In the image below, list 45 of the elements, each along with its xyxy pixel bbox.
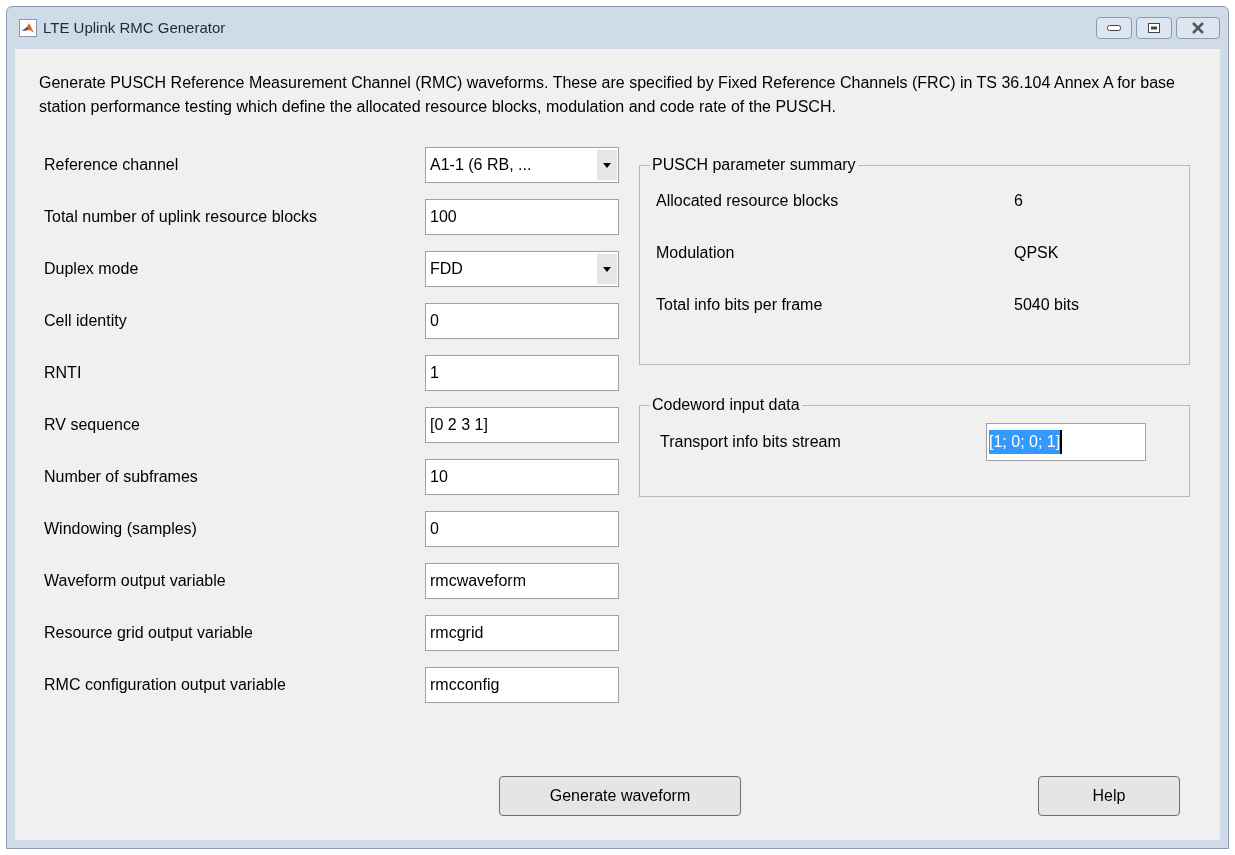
help-button[interactable]: Help bbox=[1038, 776, 1180, 816]
field-label: Reference channel bbox=[44, 155, 179, 175]
input-field[interactable]: 1 bbox=[425, 355, 619, 391]
dropdown[interactable]: FDD bbox=[425, 251, 619, 287]
field-label: Duplex mode bbox=[44, 259, 139, 279]
summary-label: Modulation bbox=[656, 243, 736, 263]
field-label: Transport info bits stream bbox=[660, 432, 842, 452]
input-field[interactable]: rmcwaveform bbox=[425, 563, 619, 599]
caret-icon bbox=[597, 150, 617, 180]
summary-label: Allocated resource blocks bbox=[656, 191, 840, 211]
minimize-button[interactable] bbox=[1096, 17, 1132, 39]
generate-button[interactable]: Generate waveform bbox=[499, 776, 741, 816]
caret-icon bbox=[597, 254, 617, 284]
summary-value: 6 bbox=[1014, 191, 1023, 211]
field-label: RMC configuration output variable bbox=[44, 675, 286, 695]
field-label: Number of subframes bbox=[44, 467, 198, 487]
input-field[interactable]: 100 bbox=[425, 199, 619, 235]
summary-value: 5040 bits bbox=[1014, 295, 1079, 315]
field-label: Cell identity bbox=[44, 311, 127, 331]
field-label: Resource grid output variable bbox=[44, 623, 253, 643]
field-label: Total number of uplink resource blocks bbox=[44, 207, 318, 227]
field-label: Windowing (samples) bbox=[44, 519, 197, 539]
field-label: RV sequence bbox=[44, 415, 140, 435]
description-text: Generate PUSCH Reference Measurement Channel (RMC) waveforms. These are specified by Fixed Reference Channels (FRC) in TS 36.104 Annex A for base station performance testing which define the allocated resource blocks, modulation and code rate of the PUSCH. bbox=[39, 73, 1176, 117]
input-field[interactable]: rmcconfig bbox=[425, 667, 619, 703]
close-icon bbox=[1191, 22, 1205, 34]
input-field[interactable]: 0 bbox=[425, 303, 619, 339]
window-title: LTE Uplink RMC Generator bbox=[43, 17, 226, 38]
input-field[interactable]: rmcgrid bbox=[425, 615, 619, 651]
dropdown[interactable]: A1-1 (6 RB, ... bbox=[425, 147, 619, 183]
field-label: Waveform output variable bbox=[44, 571, 226, 591]
summary-value: QPSK bbox=[1014, 243, 1059, 263]
summary-label: Total info bits per frame bbox=[656, 295, 824, 315]
selected-text: [1; 0; 0; 1] bbox=[989, 430, 1063, 454]
maximize-button[interactable] bbox=[1136, 17, 1172, 39]
panel-title: PUSCH parameter summary bbox=[651, 155, 857, 175]
maximize-icon bbox=[1148, 23, 1160, 33]
close-button[interactable] bbox=[1176, 17, 1220, 39]
input-field[interactable]: 0 bbox=[425, 511, 619, 547]
field-label: RNTI bbox=[44, 363, 82, 383]
app-logo-icon bbox=[19, 19, 37, 37]
minimize-icon bbox=[1107, 25, 1121, 31]
input-field[interactable]: [0 2 3 1] bbox=[425, 407, 619, 443]
input-field[interactable]: 10 bbox=[425, 459, 619, 495]
panel-title: Codeword input data bbox=[651, 395, 801, 415]
